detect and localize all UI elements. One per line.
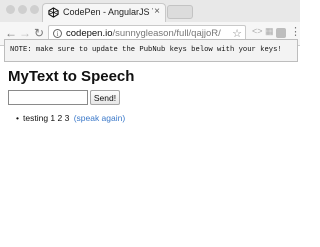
minimize-window-button[interactable] <box>18 5 27 14</box>
browser-tab[interactable]: CodePen - AngularJS Text-To- × <box>42 3 166 22</box>
codepen-icon <box>48 7 59 18</box>
browser-menu-icon[interactable]: ⋮ <box>290 25 301 38</box>
browser-titlebar: CodePen - AngularJS Text-To- × <box>0 0 300 22</box>
pubnub-note: NOTE: make sure to update the PubNub key… <box>4 39 298 62</box>
message-text: testing 1 2 3 <box>23 113 70 123</box>
info-icon[interactable]: i <box>53 29 62 38</box>
url-text[interactable]: codepen.io/sunnygleason/full/qajjoR/ <box>66 28 221 39</box>
code-extension-icon[interactable]: <> <box>252 26 263 36</box>
forward-arrow-icon[interactable]: → <box>19 26 31 40</box>
close-window-button[interactable] <box>6 5 15 14</box>
tab-title: CodePen - AngularJS Text-To- <box>63 7 153 17</box>
tab-close-icon[interactable]: × <box>154 6 160 17</box>
message-list: • testing 1 2 3 (speak again) <box>8 113 208 124</box>
list-item: • testing 1 2 3 (speak again) <box>8 113 208 124</box>
back-arrow-icon[interactable]: ← <box>5 26 17 40</box>
url-path: /sunnygleason/full/qajjoR/ <box>112 28 221 39</box>
new-tab-button[interactable] <box>167 5 193 19</box>
bullet: • <box>16 113 19 123</box>
grid-extension-icon[interactable]: ▦ <box>265 26 274 37</box>
message-input[interactable] <box>8 90 88 105</box>
zoom-window-button[interactable] <box>30 5 39 14</box>
extension-icon[interactable] <box>276 28 286 38</box>
page-title: MyText to Speech <box>8 68 135 85</box>
send-button[interactable]: Send! <box>90 90 120 105</box>
speak-again-link[interactable]: (speak again) <box>74 113 126 123</box>
reload-icon[interactable]: ↻ <box>34 26 44 40</box>
url-host: codepen.io <box>66 28 113 39</box>
